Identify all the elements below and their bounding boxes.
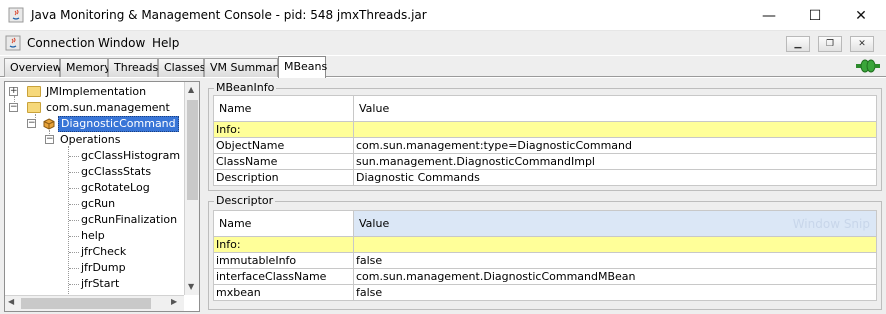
scroll-thumb[interactable] [187, 100, 198, 200]
mbean-bean-icon [43, 118, 55, 130]
mbeaninfo-table: Name Value Info: ObjectName com.sun.mana… [213, 95, 877, 186]
title-bar: Java Monitoring & Management Console - p… [0, 0, 886, 31]
java-app-icon[interactable] [5, 35, 21, 51]
tab-memory[interactable]: Memory [60, 58, 111, 77]
column-header-value[interactable]: Value [353, 95, 877, 122]
scroll-up-icon[interactable]: ▲ [188, 85, 194, 94]
tree-node-operations[interactable]: − Operations [45, 132, 184, 148]
cell-name: interfaceClassName [213, 268, 354, 285]
java-app-icon [8, 7, 24, 23]
column-header-name[interactable]: Name [213, 210, 354, 237]
table-row[interactable]: Description Diagnostic Commands [213, 169, 877, 186]
connected-plug-icon[interactable] [856, 59, 880, 73]
cell-name: ObjectName [213, 137, 354, 154]
table-row[interactable]: Info: [213, 236, 877, 253]
menu-window[interactable]: Window [98, 36, 145, 50]
descriptor-table: Name Value Window Snip Info: immutableIn… [213, 210, 877, 301]
tree-leaf-jfrcheck[interactable]: jfrCheck [81, 244, 126, 260]
column-header-name[interactable]: Name [213, 95, 354, 122]
info-label: Info: [213, 121, 354, 138]
scroll-thumb[interactable] [21, 298, 151, 309]
tree-leaf-jfrdump[interactable]: jfrDump [81, 260, 126, 276]
menu-connection[interactable]: Connection [27, 36, 95, 50]
cell-value: Diagnostic Commands [353, 169, 877, 186]
tab-vm-summary[interactable]: VM Summary [204, 58, 284, 77]
cell-name: mxbean [213, 284, 354, 301]
tree-leaf-gcrun[interactable]: gcRun [81, 196, 115, 212]
column-header-value-label: Value [359, 216, 390, 230]
table-row[interactable]: ClassName sun.management.DiagnosticComma… [213, 153, 877, 170]
cell-value: false [353, 252, 877, 269]
cell-value: com.sun.management:type=DiagnosticComman… [353, 137, 877, 154]
cell-name: immutableInfo [213, 252, 354, 269]
maximize-button[interactable]: ☐ [792, 0, 838, 31]
table-row[interactable]: Info: [213, 121, 877, 138]
scroll-right-icon[interactable]: ▶ [171, 297, 177, 306]
mbean-tree[interactable]: + JMImplementation − com.sun.management … [4, 81, 200, 312]
descriptor-section: Descriptor Name Value Window Snip Info: … [208, 194, 882, 311]
info-label: Info: [213, 236, 354, 253]
cell-value: false [353, 284, 877, 301]
tree-node-label: com.sun.management [46, 101, 170, 114]
cell-name: Description [213, 169, 354, 186]
expand-icon[interactable]: + [9, 87, 18, 96]
tree-vertical-scrollbar[interactable]: ▲ ▼ [184, 82, 199, 295]
tab-bar: Overview Memory Threads Classes VM Summa… [0, 56, 886, 78]
info-value [353, 121, 877, 138]
tab-mbeans[interactable]: MBeans [278, 56, 327, 78]
tree-node-label: DiagnosticCommand [58, 116, 179, 132]
window-snip-watermark: Window Snip [792, 216, 870, 231]
minimize-button[interactable]: — [746, 0, 792, 31]
table-row[interactable]: interfaceClassName com.sun.management.Di… [213, 268, 877, 285]
tree-node-label: Operations [60, 133, 121, 146]
tab-threads[interactable]: Threads [108, 58, 158, 77]
folder-icon [27, 102, 41, 113]
table-row[interactable]: immutableInfo false [213, 252, 877, 269]
mbeans-panel: + JMImplementation − com.sun.management … [0, 78, 886, 314]
scroll-left-icon[interactable]: ◀ [8, 297, 14, 306]
column-header-value[interactable]: Value Window Snip [353, 210, 877, 237]
mbeaninfo-section: MBeanInfo Name Value Info: ObjectName co… [208, 81, 882, 191]
tree-node-label: JMImplementation [46, 85, 147, 98]
tree-node-jmimplementation[interactable]: + JMImplementation [9, 84, 184, 100]
tree-node-com-sun-management[interactable]: − com.sun.management [9, 100, 184, 116]
collapse-icon[interactable]: − [9, 103, 18, 112]
table-row[interactable]: mxbean false [213, 284, 877, 301]
tree-node-diagnosticcommand[interactable]: − DiagnosticCommand [27, 116, 184, 132]
tree-horizontal-scrollbar[interactable]: ◀ ▶ [5, 295, 184, 311]
tree-leaf-gcclasshistogram[interactable]: gcClassHistogram [81, 148, 180, 164]
mdi-restore-button[interactable]: ❐ [818, 36, 842, 52]
collapse-icon[interactable]: − [27, 119, 36, 128]
info-value [353, 236, 877, 253]
menu-bar: Connection Window Help ▁ ❐ ✕ [0, 31, 886, 55]
folder-icon [27, 86, 41, 97]
tree-leaf-gcrunfinalization[interactable]: gcRunFinalization [81, 212, 177, 228]
tree-leaf-gcrotatelog[interactable]: gcRotateLog [81, 180, 150, 196]
cell-value: com.sun.management.DiagnosticCommandMBea… [353, 268, 877, 285]
mbeaninfo-title: MBeanInfo [214, 81, 277, 94]
tree-leaf-jfrstart[interactable]: jfrStart [81, 276, 119, 292]
collapse-icon[interactable]: − [45, 135, 54, 144]
menu-help[interactable]: Help [152, 36, 179, 50]
scroll-down-icon[interactable]: ▼ [188, 282, 194, 291]
descriptor-title: Descriptor [214, 194, 276, 207]
cell-name: ClassName [213, 153, 354, 170]
tree-leaf-gcclassstats[interactable]: gcClassStats [81, 164, 151, 180]
mdi-close-button[interactable]: ✕ [850, 36, 874, 52]
tab-overview[interactable]: Overview [4, 58, 62, 77]
window-title: Java Monitoring & Management Console - p… [31, 8, 427, 22]
mdi-minimize-button[interactable]: ▁ [786, 36, 810, 52]
table-row[interactable]: ObjectName com.sun.management:type=Diagn… [213, 137, 877, 154]
cell-value: sun.management.DiagnosticCommandImpl [353, 153, 877, 170]
tree-leaf-help[interactable]: help [81, 228, 105, 244]
tab-classes[interactable]: Classes [158, 58, 205, 77]
close-button[interactable]: ✕ [838, 0, 884, 31]
